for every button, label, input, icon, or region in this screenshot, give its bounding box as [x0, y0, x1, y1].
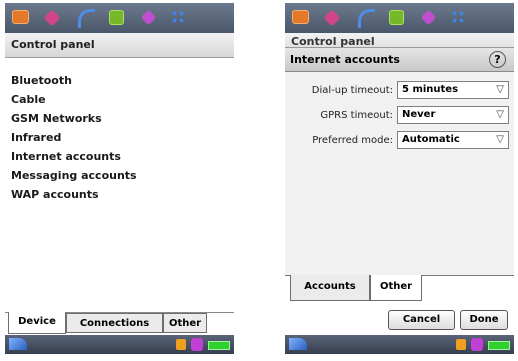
chevron-down-icon: ▽ — [496, 134, 504, 145]
settings-form: Dial-up timeout: 5 minutes ▽ GPRS timeou… — [285, 72, 514, 275]
dialog-title-bar: Internet accounts ? — [285, 48, 514, 72]
list-item-wap-accounts[interactable]: WAP accounts — [11, 188, 99, 201]
tab-accounts[interactable]: Accounts — [290, 275, 370, 301]
list-item-bluetooth[interactable]: Bluetooth — [11, 74, 72, 87]
dialup-timeout-value: 5 minutes — [402, 84, 459, 95]
left-screen: Control panel Bluetooth Cable GSM Networ… — [5, 3, 234, 354]
chevron-down-icon: ▽ — [496, 84, 504, 95]
preferred-mode-label: Preferred mode: — [312, 135, 393, 146]
list-item-cable[interactable]: Cable — [11, 93, 46, 106]
status-bar — [285, 335, 514, 354]
dialup-timeout-label: Dial-up timeout: — [311, 85, 393, 96]
calendar-icon[interactable] — [109, 10, 124, 25]
network-icon[interactable] — [191, 338, 203, 351]
app-toolbar — [5, 3, 234, 33]
dialog-button-row: Cancel Done — [285, 304, 514, 336]
list-item-infrared[interactable]: Infrared — [11, 131, 61, 144]
list-item-gsm-networks[interactable]: GSM Networks — [11, 112, 102, 125]
battery-icon — [208, 341, 230, 350]
dialog-tab-bar: Accounts Other — [285, 275, 514, 303]
gprs-timeout-value: Never — [402, 109, 436, 120]
settings-list: Bluetooth Cable GSM Networks Infrared In… — [5, 58, 234, 303]
page-title: Control panel — [11, 38, 95, 51]
done-button[interactable]: Done — [460, 310, 508, 330]
volume-icon[interactable] — [456, 339, 466, 350]
tab-device[interactable]: Device — [8, 312, 66, 334]
phone-icon[interactable] — [78, 9, 95, 28]
internet-accounts-dialog: Internet accounts ? Dial-up timeout: 5 m… — [285, 47, 514, 336]
volume-icon[interactable] — [176, 339, 186, 350]
calendar-icon[interactable] — [389, 10, 404, 25]
preferred-mode-value: Automatic — [402, 134, 460, 145]
gprs-timeout-select[interactable]: Never ▽ — [397, 106, 509, 124]
gprs-timeout-label: GPRS timeout: — [320, 110, 393, 121]
help-icon[interactable]: ? — [489, 51, 506, 68]
app-toolbar — [285, 3, 514, 33]
mail-icon[interactable] — [292, 10, 309, 24]
cancel-button[interactable]: Cancel — [388, 310, 455, 330]
list-item-messaging-accounts[interactable]: Messaging accounts — [11, 169, 137, 182]
preferred-mode-select[interactable]: Automatic ▽ — [397, 131, 509, 149]
chevron-down-icon: ▽ — [496, 109, 504, 120]
status-bar — [5, 335, 234, 354]
battery-icon — [488, 341, 510, 350]
menu-icon[interactable] — [9, 338, 27, 350]
contacts-icon[interactable] — [43, 9, 61, 27]
right-screen: Control panel Internet accounts ? Dial-u… — [285, 3, 514, 354]
menu-icon[interactable] — [289, 338, 307, 350]
tab-bar: Device Connections Other — [5, 303, 234, 335]
tab-connections[interactable]: Connections — [66, 313, 163, 333]
mail-icon[interactable] — [12, 10, 29, 24]
dialup-timeout-select[interactable]: 5 minutes ▽ — [397, 81, 509, 99]
dialog-title: Internet accounts — [290, 53, 400, 66]
network-icon[interactable] — [471, 338, 483, 351]
tab-other[interactable]: Other — [370, 275, 422, 301]
diamond-icon[interactable] — [140, 9, 157, 26]
list-item-internet-accounts[interactable]: Internet accounts — [11, 150, 121, 163]
grid-icon[interactable] — [171, 10, 185, 24]
contacts-icon[interactable] — [323, 9, 341, 27]
grid-icon[interactable] — [451, 10, 465, 24]
phone-icon[interactable] — [358, 9, 375, 28]
diamond-icon[interactable] — [420, 9, 437, 26]
tab-other[interactable]: Other — [163, 313, 207, 333]
title-bar: Control panel — [5, 33, 234, 58]
